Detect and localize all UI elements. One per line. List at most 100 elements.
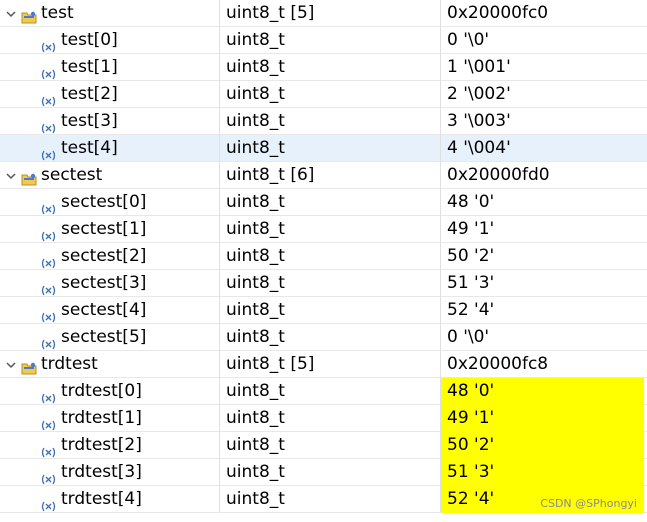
variable-name: trdtest[1] bbox=[61, 408, 142, 428]
value-cell[interactable]: 50 '2' bbox=[440, 432, 644, 459]
value-cell[interactable]: 50 '2' bbox=[440, 243, 647, 270]
array-variable-icon bbox=[21, 6, 37, 24]
tree-row[interactable]: sectest[2] uint8_t 50 '2' bbox=[0, 243, 647, 270]
type-cell: uint8_t bbox=[219, 324, 440, 351]
variable-name: test[1] bbox=[61, 57, 118, 77]
array-variable-icon bbox=[21, 357, 37, 375]
type-cell: uint8_t [6] bbox=[219, 162, 440, 189]
variable-name: test[2] bbox=[61, 84, 118, 104]
variable-name: sectest[3] bbox=[61, 273, 147, 293]
variable-icon bbox=[40, 224, 57, 242]
name-cell: test[1] bbox=[0, 54, 219, 81]
chevron-down-icon[interactable] bbox=[4, 162, 18, 189]
name-cell: sectest[4] bbox=[0, 297, 219, 324]
tree-row[interactable]: trdtest[1] uint8_t 49 '1' bbox=[0, 405, 647, 432]
tree-row[interactable]: test[0] uint8_t 0 '\0' bbox=[0, 27, 647, 54]
variable-icon bbox=[40, 305, 57, 323]
tree-row[interactable]: trdtest[3] uint8_t 51 '3' bbox=[0, 459, 647, 486]
variable-icon bbox=[40, 386, 57, 404]
variable-icon bbox=[40, 35, 57, 53]
tree-row[interactable]: sectest[4] uint8_t 52 '4' bbox=[0, 297, 647, 324]
value-cell[interactable]: 51 '3' bbox=[440, 270, 647, 297]
variable-name: sectest[5] bbox=[61, 327, 147, 347]
variable-icon bbox=[40, 251, 57, 269]
value-cell[interactable]: 0x20000fc0 bbox=[440, 0, 647, 27]
variable-name: trdtest[2] bbox=[61, 435, 142, 455]
name-cell: sectest[0] bbox=[0, 189, 219, 216]
variable-name: test bbox=[41, 3, 74, 23]
variable-name: sectest[0] bbox=[61, 192, 147, 212]
variable-name: sectest[1] bbox=[61, 219, 147, 239]
tree-row[interactable]: trdtest[2] uint8_t 50 '2' bbox=[0, 432, 647, 459]
partially-visible-row bbox=[0, 513, 647, 522]
variable-name: sectest[2] bbox=[61, 246, 147, 266]
name-cell: trdtest[2] bbox=[0, 432, 219, 459]
name-cell: sectest[1] bbox=[0, 216, 219, 243]
value-cell[interactable]: 0x20000fc8 bbox=[440, 351, 647, 378]
name-cell: sectest[2] bbox=[0, 243, 219, 270]
variable-icon bbox=[40, 278, 57, 296]
name-cell: sectest bbox=[0, 162, 219, 189]
tree-row-parent[interactable]: test uint8_t [5] 0x20000fc0 bbox=[0, 0, 647, 27]
value-cell[interactable]: 51 '3' bbox=[440, 459, 644, 486]
type-cell: uint8_t bbox=[219, 486, 440, 513]
value-cell[interactable]: 0x20000fd0 bbox=[440, 162, 647, 189]
type-cell: uint8_t bbox=[219, 135, 440, 162]
variable-name: test[3] bbox=[61, 111, 118, 131]
variable-name: sectest bbox=[41, 165, 103, 185]
tree-row[interactable]: sectest[1] uint8_t 49 '1' bbox=[0, 216, 647, 243]
tree-row[interactable]: sectest[5] uint8_t 0 '\0' bbox=[0, 324, 647, 351]
type-cell: uint8_t bbox=[219, 189, 440, 216]
array-variable-icon bbox=[21, 168, 37, 186]
value-cell[interactable]: 3 '\003' bbox=[440, 108, 647, 135]
variable-icon bbox=[40, 413, 57, 431]
tree-row[interactable]: test[4] uint8_t 4 '\004' bbox=[0, 135, 647, 162]
type-cell: uint8_t [5] bbox=[219, 0, 440, 27]
variable-name: trdtest[3] bbox=[61, 462, 142, 482]
value-cell[interactable]: 48 '0' bbox=[440, 189, 647, 216]
type-cell: uint8_t bbox=[219, 432, 440, 459]
value-cell[interactable]: 1 '\001' bbox=[440, 54, 647, 81]
value-cell[interactable]: 49 '1' bbox=[440, 405, 644, 432]
name-cell: test[4] bbox=[0, 135, 219, 162]
variable-name: sectest[4] bbox=[61, 300, 147, 320]
variables-tree: test uint8_t [5] 0x20000fc0 test[0] uint8_t 0… bbox=[0, 0, 647, 522]
value-cell[interactable]: 2 '\002' bbox=[440, 81, 647, 108]
watermark: CSDN @SPhongyi bbox=[540, 497, 637, 510]
chevron-down-icon[interactable] bbox=[4, 351, 18, 378]
value-cell[interactable]: 0 '\0' bbox=[440, 324, 647, 351]
value-cell[interactable]: 0 '\0' bbox=[440, 27, 647, 54]
variable-icon bbox=[40, 197, 57, 215]
variable-icon bbox=[40, 440, 57, 458]
name-cell: trdtest[3] bbox=[0, 459, 219, 486]
tree-row-parent[interactable]: trdtest uint8_t [5] 0x20000fc8 bbox=[0, 351, 647, 378]
tree-row[interactable]: test[2] uint8_t 2 '\002' bbox=[0, 81, 647, 108]
tree-row-parent[interactable]: sectest uint8_t [6] 0x20000fd0 bbox=[0, 162, 647, 189]
type-cell: uint8_t bbox=[219, 243, 440, 270]
tree-row[interactable]: test[3] uint8_t 3 '\003' bbox=[0, 108, 647, 135]
variable-icon bbox=[40, 467, 57, 485]
value-cell[interactable]: 49 '1' bbox=[440, 216, 647, 243]
tree-row[interactable]: test[1] uint8_t 1 '\001' bbox=[0, 54, 647, 81]
variable-icon bbox=[40, 143, 57, 161]
name-cell: trdtest[4] bbox=[0, 486, 219, 513]
type-cell: uint8_t bbox=[219, 108, 440, 135]
value-cell[interactable]: 48 '0' bbox=[440, 378, 644, 405]
chevron-down-icon[interactable] bbox=[4, 0, 18, 27]
type-cell: uint8_t bbox=[219, 81, 440, 108]
variable-name: trdtest[0] bbox=[61, 381, 142, 401]
type-cell: uint8_t bbox=[219, 378, 440, 405]
variable-icon bbox=[40, 62, 57, 80]
name-cell: trdtest[1] bbox=[0, 405, 219, 432]
variable-icon bbox=[40, 332, 57, 350]
name-cell: test[0] bbox=[0, 27, 219, 54]
tree-row[interactable]: sectest[0] uint8_t 48 '0' bbox=[0, 189, 647, 216]
name-cell: test[3] bbox=[0, 108, 219, 135]
value-cell[interactable]: 4 '\004' bbox=[440, 135, 647, 162]
type-cell: uint8_t bbox=[219, 297, 440, 324]
tree-row[interactable]: trdtest[0] uint8_t 48 '0' bbox=[0, 378, 647, 405]
value-cell[interactable]: 52 '4' bbox=[440, 297, 647, 324]
type-cell: uint8_t bbox=[219, 54, 440, 81]
variable-name: test[0] bbox=[61, 30, 118, 50]
tree-row[interactable]: sectest[3] uint8_t 51 '3' bbox=[0, 270, 647, 297]
